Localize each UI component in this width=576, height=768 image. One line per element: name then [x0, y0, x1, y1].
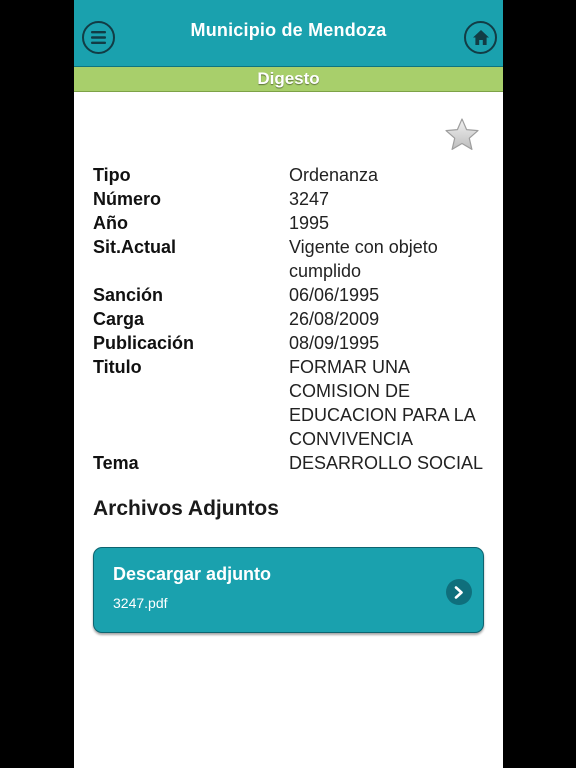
star-icon [445, 118, 479, 150]
detail-value: FORMAR UNA COMISION DE EDUCACION PARA LA… [289, 357, 475, 449]
detail-row-anio: Año 1995 [93, 211, 493, 235]
detail-value: 3247 [289, 189, 330, 209]
attachments-heading: Archivos Adjuntos [93, 497, 279, 520]
detail-row-situacion: Sit.Actual Vigente con objeto cumplido [93, 235, 493, 283]
favorite-button[interactable] [444, 117, 480, 153]
detail-label: Sit.Actual [93, 237, 177, 257]
detail-label: Tema [93, 453, 139, 473]
detail-label: Titulo [93, 357, 142, 377]
app-header: Municipio de Mendoza [74, 0, 503, 67]
detail-row-tema: Tema DESARROLLO SOCIAL [93, 451, 493, 475]
detail-value: Vigente con objeto cumplido [289, 237, 438, 281]
detail-row-titulo: Titulo FORMAR UNA COMISION DE EDUCACION … [93, 355, 493, 451]
detail-row-sancion: Sanción 06/06/1995 [93, 283, 493, 307]
detail-value: 26/08/2009 [289, 309, 380, 329]
detail-row-numero: Número 3247 [93, 187, 493, 211]
download-attachment-button[interactable]: Descargar adjunto 3247.pdf [93, 547, 484, 633]
detail-label: Número [93, 189, 162, 209]
detail-label: Carga [93, 309, 145, 329]
app-screen: Municipio de Mendoza Digesto Tipo Ordena… [74, 0, 503, 768]
detail-row-tipo: Tipo Ordenanza [93, 163, 493, 187]
attachment-title: Descargar adjunto [113, 564, 272, 584]
detail-label: Año [93, 213, 128, 233]
detail-value: 08/09/1995 [289, 333, 380, 353]
attachment-filename: 3247.pdf [113, 595, 168, 611]
detail-label: Tipo [93, 165, 131, 185]
home-button[interactable] [464, 21, 497, 54]
detail-value: 06/06/1995 [289, 285, 380, 305]
document-details: Tipo Ordenanza Número 3247 Año 1995 Sit.… [93, 163, 493, 475]
app-title: Municipio de Mendoza [190, 20, 387, 40]
detail-label: Sanción [93, 285, 164, 305]
detail-label: Publicación [93, 333, 195, 353]
detail-value: Ordenanza [289, 165, 379, 185]
detail-row-publicacion: Publicación 08/09/1995 [93, 331, 493, 355]
detail-value: DESARROLLO SOCIAL [289, 453, 484, 473]
detail-value: 1995 [289, 213, 330, 233]
section-header: Digesto [74, 67, 503, 92]
section-title-digesto: Digesto [257, 69, 320, 88]
chevron-right-icon [446, 579, 472, 605]
detail-row-carga: Carga 26/08/2009 [93, 307, 493, 331]
home-icon [472, 30, 489, 45]
